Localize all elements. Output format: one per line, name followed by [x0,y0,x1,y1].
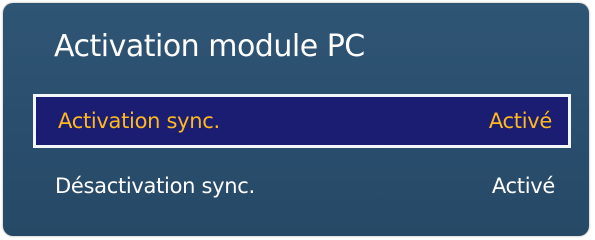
menu-item-label: Activation sync. [58,109,220,133]
menu-item-label: Désactivation sync. [55,174,255,198]
menu-item-value: Activé [491,174,555,198]
menu-item-activation-sync[interactable]: Activation sync. Activé [33,94,571,148]
menu-item-desactivation-sync[interactable]: Désactivation sync. Activé [33,159,571,213]
osd-menu-panel: Activation module PC Activation sync. Ac… [3,3,589,236]
panel-title: Activation module PC [54,29,365,64]
menu-item-value: Activé [488,109,552,133]
